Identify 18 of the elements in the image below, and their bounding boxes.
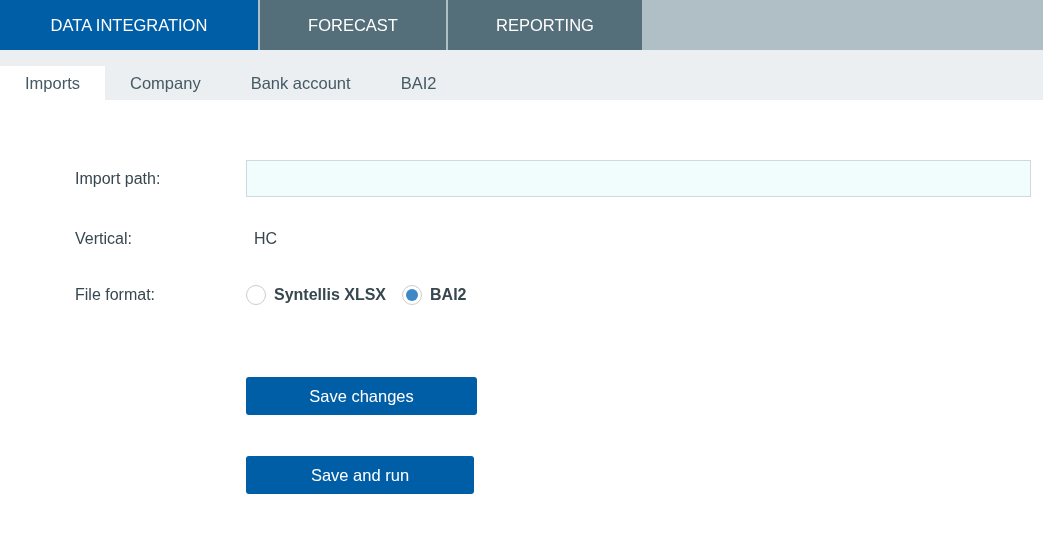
main-tab[interactable]: DATA INTEGRATION	[0, 0, 258, 50]
sub-tab[interactable]: Imports	[0, 66, 105, 100]
field-label: File format:	[75, 285, 156, 305]
field-value: HC	[254, 229, 278, 249]
main-tab[interactable]: FORECAST	[260, 0, 446, 50]
radio-button[interactable]	[246, 285, 266, 305]
field-label: Vertical:	[75, 229, 133, 249]
sub-tab[interactable]: Company	[105, 66, 226, 100]
radio-label[interactable]: BAI2	[430, 283, 467, 307]
sub-tab[interactable]: Bank account	[225, 66, 376, 100]
radio-button[interactable]	[402, 285, 423, 305]
field-label: Import path:	[75, 168, 162, 189]
radio-label[interactable]: Syntellis XLSX	[274, 283, 387, 307]
sub-tab[interactable]: BAI2	[375, 66, 462, 100]
save-button[interactable]: Save changes	[246, 377, 477, 415]
input-field[interactable]	[246, 160, 1031, 197]
save-and-run-button[interactable]: Save and run	[246, 456, 474, 494]
main-tab[interactable]: REPORTING	[448, 0, 642, 50]
